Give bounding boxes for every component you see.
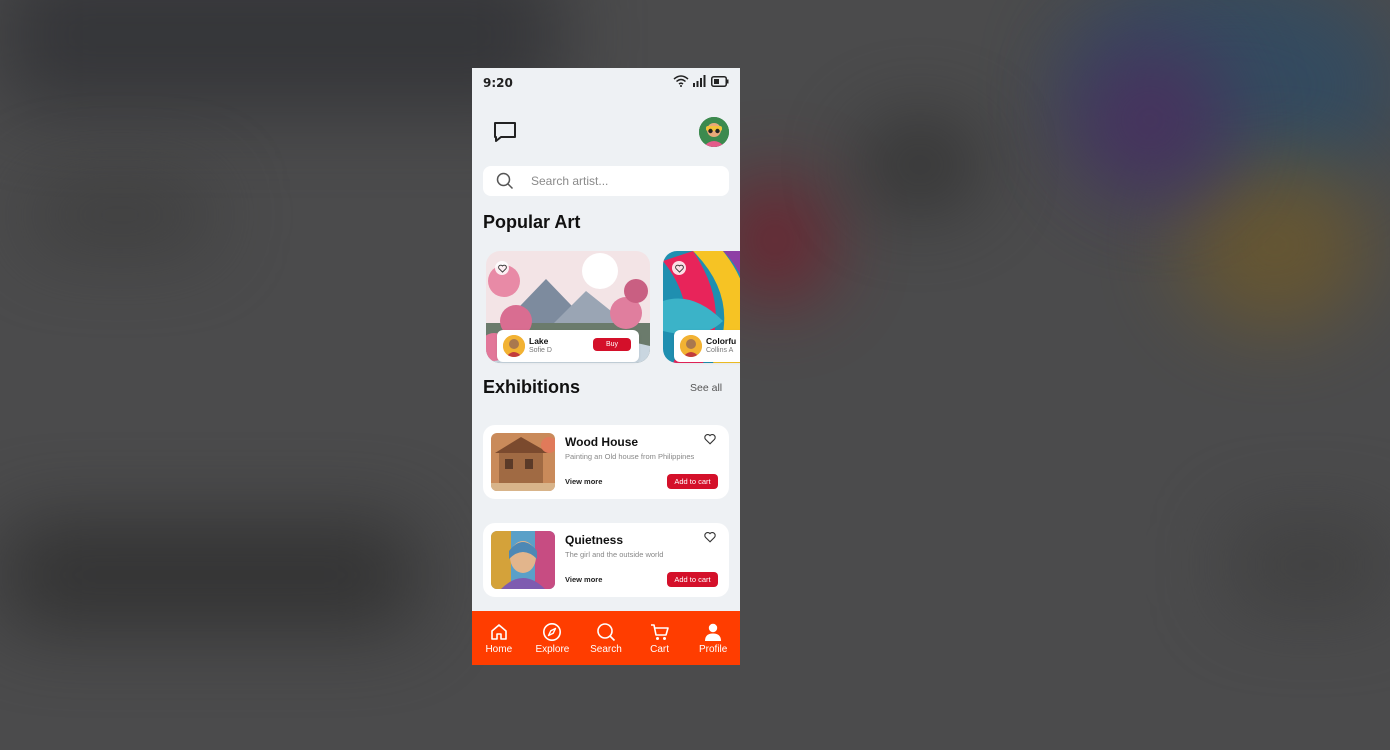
- compass-icon: [543, 623, 562, 641]
- art-info-card: Colorfu Collins A: [674, 330, 740, 362]
- wifi-icon: [673, 75, 689, 87]
- status-bar: 9:20: [472, 68, 740, 98]
- favorite-button[interactable]: [672, 261, 686, 275]
- exhibition-card[interactable]: Quietness The girl and the outside world…: [483, 523, 729, 597]
- popular-art-heading: Popular Art: [483, 212, 581, 232]
- tab-label: Profile: [698, 644, 728, 655]
- search-icon: [496, 172, 514, 190]
- exhibition-thumbnail: [491, 433, 555, 491]
- tab-search[interactable]: Search: [579, 611, 633, 665]
- home-icon: [490, 624, 507, 640]
- tab-explore[interactable]: Explore: [526, 611, 580, 665]
- exhibition-description: Painting an Old house from Philippines: [565, 452, 695, 461]
- art-info-card: Lake Sofie D Buy: [497, 330, 639, 362]
- exhibition-title: Quietness: [565, 533, 624, 547]
- see-all-link[interactable]: See all: [690, 382, 722, 394]
- exhibition-title: Wood House: [565, 435, 639, 449]
- bottom-tab-bar: Home Explore Search Cart Profile: [472, 611, 740, 665]
- chat-icon: [494, 122, 516, 142]
- search-input[interactable]: [531, 172, 711, 190]
- view-more-link[interactable]: View more: [565, 575, 602, 584]
- buy-button[interactable]: Buy: [593, 338, 631, 351]
- exhibitions-heading: Exhibitions: [483, 377, 581, 397]
- status-time: 9:20: [483, 76, 513, 90]
- exhibition-description: The girl and the outside world: [565, 550, 664, 559]
- favorite-button[interactable]: [495, 261, 509, 275]
- art-title: Colorfu: [706, 336, 737, 346]
- tab-label: Explore: [535, 644, 570, 655]
- artist-name: Sofie D: [529, 347, 552, 354]
- exhibition-card[interactable]: Wood House Painting an Old house from Ph…: [483, 425, 729, 499]
- battery-icon: [711, 75, 729, 87]
- tab-cart[interactable]: Cart: [633, 611, 687, 665]
- cart-icon: [650, 624, 669, 640]
- tab-label: Search: [590, 644, 622, 655]
- add-to-cart-button[interactable]: Add to cart: [667, 572, 718, 587]
- artist-avatar: [503, 335, 525, 357]
- art-title: Lake: [529, 336, 549, 346]
- tab-label: Home: [485, 644, 513, 655]
- heart-icon[interactable]: [704, 433, 716, 445]
- artist-avatar: [680, 335, 702, 357]
- view-more-link[interactable]: View more: [565, 477, 602, 486]
- search-icon: [597, 623, 616, 642]
- tab-profile[interactable]: Profile: [686, 611, 740, 665]
- avatar-image: [699, 117, 729, 147]
- tab-home[interactable]: Home: [472, 611, 526, 665]
- add-to-cart-button[interactable]: Add to cart: [667, 474, 718, 489]
- status-icons: [673, 75, 729, 87]
- search-bar[interactable]: [483, 166, 729, 196]
- exhibition-thumbnail: [491, 531, 555, 589]
- messages-button[interactable]: [492, 120, 518, 144]
- signal-icon: [693, 75, 706, 87]
- heart-icon: [497, 264, 507, 273]
- phone-screen: 9:20 Search artist... Popular Art Lake S…: [472, 68, 740, 665]
- heart-icon: [674, 264, 684, 273]
- user-avatar[interactable]: [699, 117, 729, 147]
- tab-label: Cart: [650, 644, 670, 655]
- heart-icon[interactable]: [704, 531, 716, 543]
- profile-icon: [705, 623, 722, 641]
- artist-name: Collins A: [706, 347, 734, 354]
